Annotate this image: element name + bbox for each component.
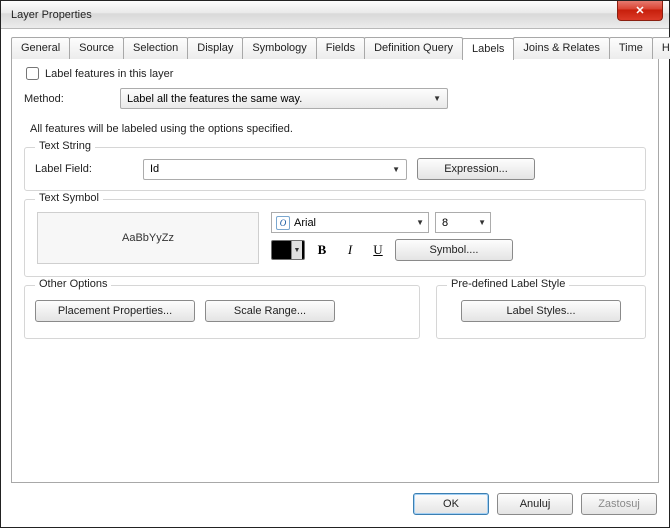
dialog-footer: OK Anuluj Zastosuj: [11, 483, 659, 517]
tab-labels[interactable]: Labels: [462, 38, 514, 60]
italic-button[interactable]: I: [339, 240, 361, 260]
method-row: Method: Label all the features the same …: [24, 88, 646, 109]
scale-range-button[interactable]: Scale Range...: [205, 300, 335, 322]
bold-button[interactable]: B: [311, 240, 333, 260]
close-button[interactable]: ✕: [617, 1, 663, 21]
chevron-down-icon: ▼: [291, 241, 302, 259]
method-value: Label all the features the same way.: [127, 93, 302, 105]
symbol-button[interactable]: Symbol....: [395, 239, 513, 261]
font-value: Arial: [294, 217, 316, 229]
label-field-value: Id: [150, 163, 159, 175]
tab-fields[interactable]: Fields: [316, 37, 365, 59]
description-text: All features will be labeled using the o…: [30, 123, 646, 135]
tab-html-popup[interactable]: HTML Popup: [652, 37, 670, 59]
color-picker[interactable]: ▼: [271, 240, 305, 260]
window-title: Layer Properties: [11, 9, 92, 21]
tab-strip: General Source Selection Display Symbolo…: [11, 37, 659, 59]
close-icon: ✕: [635, 4, 644, 17]
label-styles-button[interactable]: Label Styles...: [461, 300, 621, 322]
text-string-legend: Text String: [35, 140, 95, 152]
label-features-label: Label features in this layer: [45, 68, 173, 80]
chevron-down-icon: ▼: [478, 218, 486, 227]
label-field-row: Label Field: Id ▼ Expression...: [35, 158, 635, 180]
label-features-checkbox[interactable]: [26, 67, 39, 80]
underline-button[interactable]: U: [367, 240, 389, 260]
tab-time[interactable]: Time: [609, 37, 653, 59]
ok-button[interactable]: OK: [413, 493, 489, 515]
tab-joins-relates[interactable]: Joins & Relates: [513, 37, 609, 59]
placement-properties-button[interactable]: Placement Properties...: [35, 300, 195, 322]
predefined-style-group: Pre-defined Label Style Label Styles...: [436, 285, 646, 339]
text-string-group: Text String Label Field: Id ▼ Expression…: [24, 147, 646, 191]
layer-properties-window: Layer Properties ✕ General Source Select…: [0, 0, 670, 528]
font-size-combo[interactable]: 8 ▼: [435, 212, 491, 233]
tab-display[interactable]: Display: [187, 37, 243, 59]
chevron-down-icon: ▼: [433, 94, 441, 103]
tab-definition-query[interactable]: Definition Query: [364, 37, 463, 59]
method-label: Method:: [24, 93, 120, 105]
tab-general[interactable]: General: [11, 37, 70, 59]
other-options-legend: Other Options: [35, 278, 111, 290]
cancel-button[interactable]: Anuluj: [497, 493, 573, 515]
label-field-dropdown[interactable]: Id ▼: [143, 159, 407, 180]
text-symbol-legend: Text Symbol: [35, 192, 103, 204]
text-symbol-preview: AaBbYyZz: [37, 212, 259, 264]
client-area: General Source Selection Display Symbolo…: [1, 29, 669, 527]
expression-button[interactable]: Expression...: [417, 158, 535, 180]
method-dropdown[interactable]: Label all the features the same way. ▼: [120, 88, 448, 109]
tab-selection[interactable]: Selection: [123, 37, 188, 59]
tab-source[interactable]: Source: [69, 37, 124, 59]
truetype-icon: O: [276, 216, 290, 230]
apply-button[interactable]: Zastosuj: [581, 493, 657, 515]
text-symbol-group: Text Symbol AaBbYyZz O Arial ▼: [24, 199, 646, 277]
chevron-down-icon: ▼: [392, 165, 400, 174]
predefined-legend: Pre-defined Label Style: [447, 278, 569, 290]
chevron-down-icon: ▼: [416, 218, 424, 227]
font-combo[interactable]: O Arial ▼: [271, 212, 429, 233]
tab-panel-labels: Label features in this layer Method: Lab…: [11, 58, 659, 483]
font-size-value: 8: [442, 217, 448, 229]
label-field-label: Label Field:: [35, 163, 143, 175]
tab-symbology[interactable]: Symbology: [242, 37, 316, 59]
other-options-group: Other Options Placement Properties... Sc…: [24, 285, 420, 339]
label-features-row: Label features in this layer: [24, 67, 646, 80]
titlebar: Layer Properties ✕: [1, 1, 669, 29]
